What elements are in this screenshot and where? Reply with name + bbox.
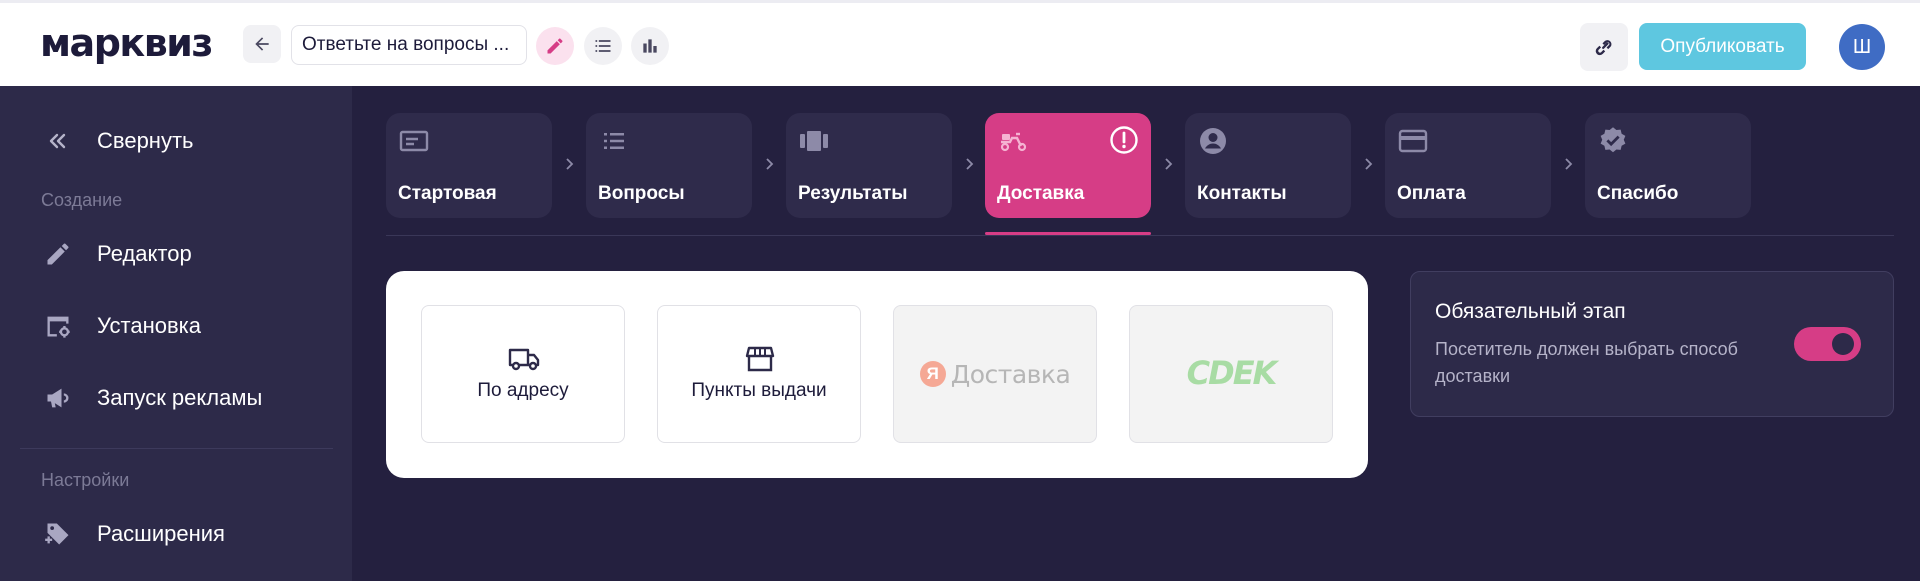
credit-card-icon — [1397, 125, 1429, 157]
questions-list-button[interactable] — [584, 27, 622, 65]
arrow-left-icon — [255, 37, 269, 51]
extensions-tag-icon — [42, 518, 74, 550]
warning-icon — [1110, 126, 1138, 154]
step-label: Результаты — [798, 183, 908, 204]
sidebar-item-label: Редактор — [97, 241, 192, 266]
pencil-icon — [547, 38, 563, 54]
statistics-button[interactable] — [631, 27, 669, 65]
double-chevron-left-icon — [42, 125, 74, 157]
sidebar: Свернуть Создание Редактор Установка Зап… — [0, 86, 352, 581]
step-label: Стартовая — [398, 183, 497, 204]
sidebar-section-settings: Настройки — [41, 470, 130, 490]
pencil-icon — [42, 238, 74, 270]
required-step-toggle[interactable] — [1794, 327, 1861, 361]
delivery-option-label: Пункты выдачи — [691, 380, 827, 401]
step-thanks[interactable]: Спасибо — [1585, 113, 1751, 218]
quiz-title-input[interactable]: Ответьте на вопросы ... — [291, 25, 527, 65]
megaphone-icon — [42, 382, 74, 414]
toggle-knob — [1832, 333, 1854, 355]
sidebar-item-label: Установка — [97, 313, 201, 338]
sidebar-item-editor[interactable]: Редактор — [0, 228, 352, 280]
publish-button[interactable]: Опубликовать — [1639, 23, 1806, 70]
top-bar: марквиз Ответьте на вопросы ... Опублико… — [0, 0, 1920, 86]
copy-link-button[interactable] — [1580, 23, 1628, 71]
verified-icon — [1597, 125, 1629, 157]
install-settings-icon — [42, 310, 74, 342]
step-label: Вопросы — [598, 183, 685, 204]
account-icon — [1197, 125, 1229, 157]
link-icon — [1595, 40, 1612, 56]
step-results[interactable]: Результаты — [786, 113, 952, 218]
step-label: Оплата — [1397, 183, 1466, 204]
back-button[interactable] — [243, 25, 281, 63]
yandex-delivery-logo: Я Доставка — [894, 356, 1096, 392]
delivery-option-yandex[interactable]: Я Доставка — [893, 305, 1097, 443]
chevron-right-icon — [766, 158, 774, 170]
chevron-right-icon — [1365, 158, 1373, 170]
sidebar-item-install[interactable]: Установка — [0, 300, 352, 352]
sidebar-divider — [20, 448, 333, 449]
results-icon — [798, 125, 830, 157]
sidebar-item-extensions[interactable]: Расширения — [0, 508, 352, 560]
steps-divider — [386, 235, 1894, 236]
store-icon — [744, 344, 776, 374]
sidebar-item-ads[interactable]: Запуск рекламы — [0, 372, 352, 424]
delivery-option-address[interactable]: По адресу — [421, 305, 625, 443]
delivery-option-pickup-points[interactable]: Пункты выдачи — [657, 305, 861, 443]
step-label: Контакты — [1197, 183, 1287, 204]
delivery-options-card: По адресу Пункты выдачи Я Доставка CDEK — [386, 271, 1368, 478]
list-icon — [598, 125, 630, 157]
chevron-right-icon — [1165, 158, 1173, 170]
app-logo[interactable]: марквиз — [40, 21, 213, 65]
sidebar-item-label: Расширения — [97, 521, 225, 546]
sidebar-section-create: Создание — [41, 190, 123, 210]
bar-chart-icon — [643, 39, 657, 53]
list-icon — [595, 40, 611, 52]
chevron-right-icon — [966, 158, 974, 170]
delivery-option-label: По адресу — [477, 380, 569, 401]
edit-mode-button[interactable] — [536, 27, 574, 65]
step-questions[interactable]: Вопросы — [586, 113, 752, 218]
sidebar-collapse[interactable]: Свернуть — [0, 115, 352, 167]
step-payment[interactable]: Оплата — [1385, 113, 1551, 218]
cdek-logo: CDEK — [1186, 354, 1278, 392]
required-step-title: Обязательный этап — [1435, 300, 1626, 323]
sidebar-item-label: Запуск рекламы — [97, 385, 263, 410]
start-page-icon — [398, 125, 430, 157]
chevron-right-icon — [1565, 158, 1573, 170]
step-label: Доставка — [997, 183, 1085, 204]
scooter-icon — [997, 125, 1029, 157]
user-avatar[interactable]: Ш — [1839, 24, 1885, 70]
required-step-description: Посетитель должен выбрать способ доставк… — [1435, 339, 1738, 386]
truck-icon — [508, 344, 540, 374]
yandex-logo-letter: Я — [919, 361, 946, 387]
chevron-right-icon — [566, 158, 574, 170]
step-contacts[interactable]: Контакты — [1185, 113, 1351, 218]
step-start[interactable]: Стартовая — [386, 113, 552, 218]
active-step-underline — [985, 232, 1151, 235]
step-label: Спасибо — [1597, 183, 1679, 204]
sidebar-collapse-label: Свернуть — [97, 128, 194, 153]
step-delivery[interactable]: Доставка — [985, 113, 1151, 218]
yandex-logo-text: Доставка — [950, 359, 1071, 389]
delivery-option-cdek[interactable]: CDEK — [1129, 305, 1333, 443]
required-step-panel: Обязательный этап Посетитель должен выбр… — [1410, 271, 1894, 417]
